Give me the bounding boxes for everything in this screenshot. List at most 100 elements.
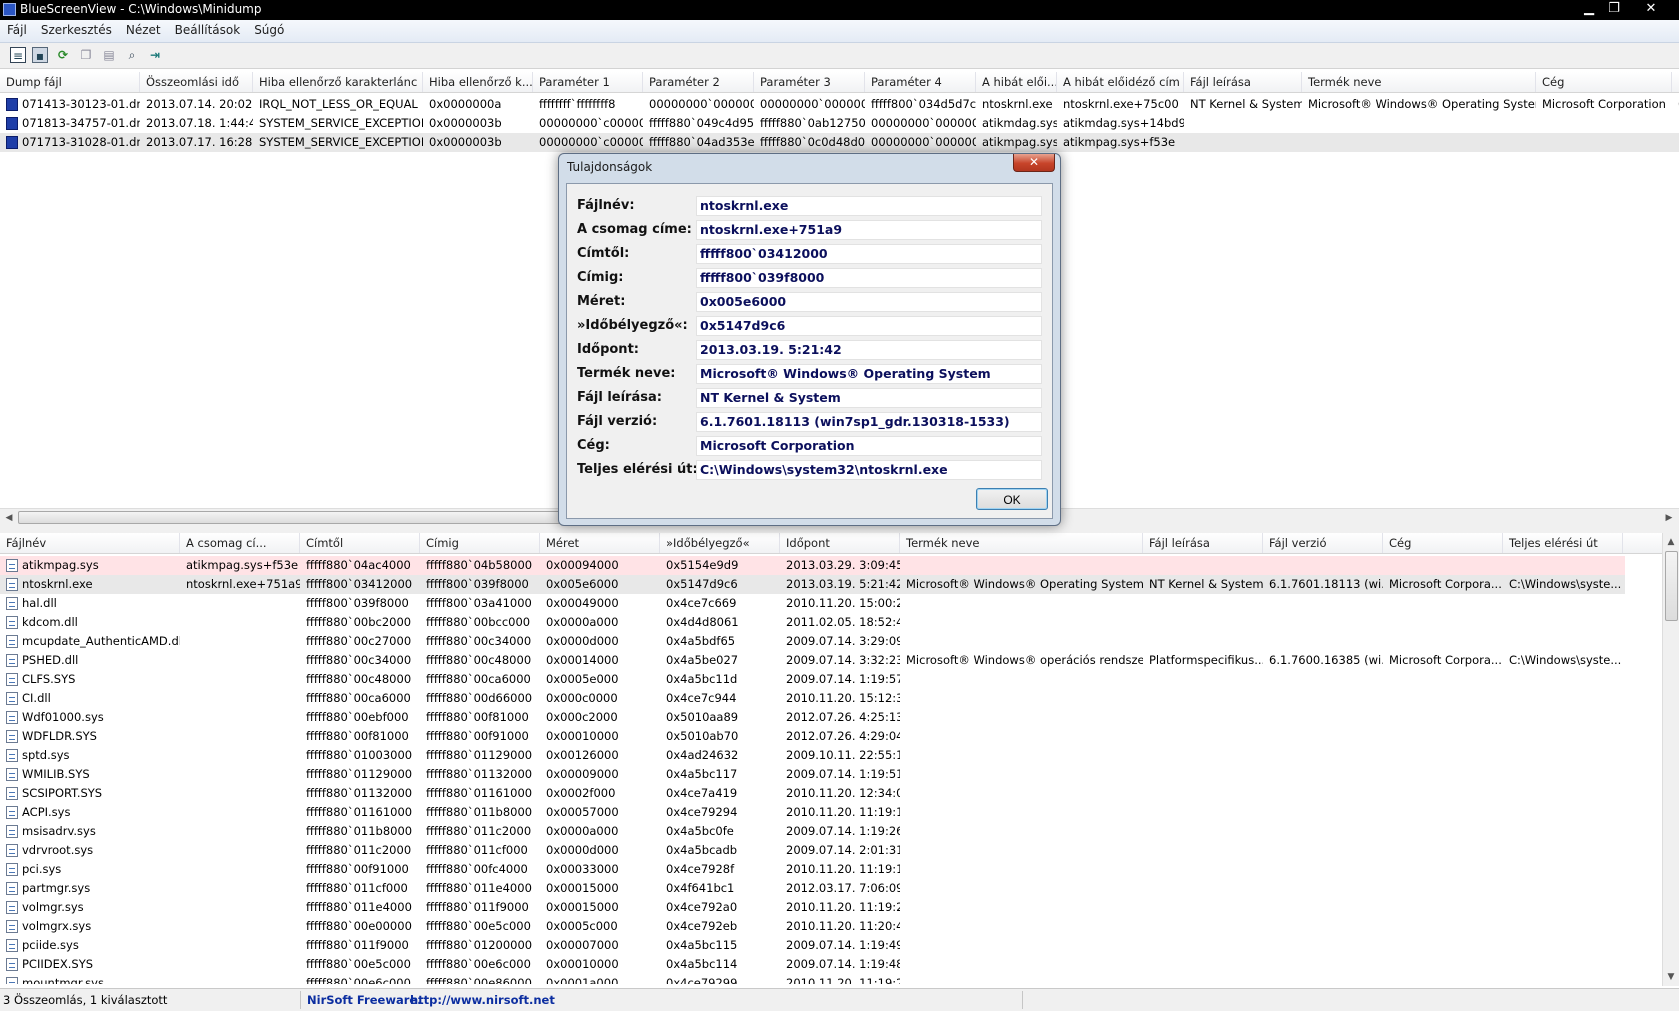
col-bugcheck-code[interactable]: Hiba ellenőrző k... bbox=[423, 72, 533, 92]
copy-icon[interactable]: ❐ bbox=[78, 47, 94, 63]
properties-icon[interactable]: ≡ bbox=[10, 47, 26, 63]
ok-button[interactable]: OK bbox=[976, 488, 1048, 510]
driver-cell bbox=[180, 784, 300, 803]
driver-row[interactable]: PSHED.dll fffff880`00c34000 fffff880`00c48… bbox=[0, 651, 1625, 670]
driver-row[interactable]: kdcom.dll fffff880`00bc2000 fffff880`00bcc… bbox=[0, 613, 1625, 632]
col-bugcheck-string[interactable]: Hiba ellenőrző karakterlánc bbox=[253, 72, 423, 92]
driver-row[interactable]: vdrvroot.sys fffff880`011c2000 fffff880`01… bbox=[0, 841, 1625, 860]
driver-cell: 0x5010aa89 bbox=[666, 710, 739, 724]
menu-view[interactable]: Nézet bbox=[119, 20, 168, 40]
dump-row[interactable]: 071713-31028-01.dmp 2013.07.17. 16:28:17 S… bbox=[0, 133, 1679, 152]
menu-help[interactable]: Súgó bbox=[247, 20, 291, 40]
driver-row[interactable]: volmgr.sys fffff880`011e4000 fffff880`011f… bbox=[0, 898, 1625, 917]
close-button[interactable]: ✕ bbox=[1638, 0, 1664, 18]
driver-cell: 0x0001a000 bbox=[546, 976, 619, 984]
driver-row[interactable]: WDFLDR.SYS fffff880`00f81000 fffff880`00f9… bbox=[0, 727, 1625, 746]
col-time-string[interactable]: Időpont bbox=[780, 533, 900, 553]
driver-row[interactable]: Wdf01000.sys fffff880`00ebf000 fffff880`00… bbox=[0, 708, 1625, 727]
lower-vscrollbar[interactable]: ▲ ▼ bbox=[1662, 533, 1679, 986]
dump-row[interactable]: 071413-30123-01.dmp 2013.07.14. 20:02:45 I… bbox=[0, 95, 1679, 114]
menu-file[interactable]: Fájl bbox=[0, 20, 34, 40]
col-address-from[interactable]: Címtől bbox=[300, 533, 420, 553]
scroll-right-arrow-icon[interactable]: ▶ bbox=[1661, 510, 1677, 526]
col-package-address[interactable]: A csomag cí... bbox=[180, 533, 300, 553]
scroll-left-arrow-icon[interactable]: ◀ bbox=[1, 510, 17, 526]
menu-edit[interactable]: Szerkesztés bbox=[34, 20, 119, 40]
dump-cell: 6 bbox=[1672, 95, 1679, 114]
property-value-field[interactable]: fffff800`039f8000 bbox=[696, 268, 1042, 288]
driver-row[interactable]: hal.dll fffff800`039f8000 fffff800`03a4100… bbox=[0, 594, 1625, 613]
property-value-field[interactable]: NT Kernel & System bbox=[696, 388, 1042, 408]
dump-row[interactable]: 071813-34757-01.dmp 2013.07.18. 1:44:46 SY… bbox=[0, 114, 1679, 133]
col-caused-by-driver[interactable]: A hibát elői... bbox=[976, 72, 1057, 92]
col-file-version[interactable]: Fájl verzió bbox=[1263, 533, 1383, 553]
driver-row[interactable]: pci.sys fffff880`00f91000 fffff880`00fc400… bbox=[0, 860, 1625, 879]
driver-row[interactable]: SCSIPORT.SYS fffff880`01132000 fffff880`01… bbox=[0, 784, 1625, 803]
title-bar[interactable]: BlueScreenView - C:\Windows\Minidump ▁ ❐… bbox=[0, 0, 1679, 20]
maximize-button[interactable]: ❐ bbox=[1601, 0, 1627, 18]
driver-cell bbox=[1263, 936, 1383, 955]
col-address-to[interactable]: Címig bbox=[420, 533, 540, 553]
driver-row[interactable]: CI.dll fffff880`00ca6000 fffff880`00d66000… bbox=[0, 689, 1625, 708]
col-company-lower[interactable]: Cég bbox=[1383, 533, 1503, 553]
scroll-down-arrow-icon[interactable]: ▼ bbox=[1663, 969, 1679, 985]
col-crash-time[interactable]: Összeomlási idő bbox=[140, 72, 253, 92]
property-value-field[interactable]: 0x5147d9c6 bbox=[696, 316, 1042, 336]
property-value-field[interactable]: Microsoft Corporation bbox=[696, 436, 1042, 456]
html-report-icon[interactable]: ▤ bbox=[101, 47, 117, 63]
col-filename[interactable]: Fájlnév bbox=[0, 533, 180, 553]
refresh-icon[interactable]: ⟳ bbox=[55, 47, 71, 63]
col-param-2[interactable]: Paraméter 2 bbox=[643, 72, 754, 92]
driver-cell bbox=[180, 879, 300, 898]
driver-cell bbox=[1143, 556, 1263, 575]
driver-row[interactable]: ACPI.sys fffff880`01161000 fffff880`011b80… bbox=[0, 803, 1625, 822]
col-dump-file[interactable]: Dump fájl bbox=[0, 72, 140, 92]
driver-row[interactable]: sptd.sys fffff880`01003000 fffff880`011290… bbox=[0, 746, 1625, 765]
save-icon[interactable]: ▪ bbox=[32, 47, 48, 63]
driver-cell bbox=[1503, 822, 1623, 841]
col-size[interactable]: Méret bbox=[540, 533, 660, 553]
property-value-field[interactable]: 6.1.7601.18113 (win7sp1_gdr.130318-1533) bbox=[696, 412, 1042, 432]
property-value-field[interactable]: C:\Windows\system32\ntoskrnl.exe bbox=[696, 460, 1042, 480]
driver-row[interactable]: PCIIDEX.SYS fffff880`00e5c000 fffff880`00e… bbox=[0, 955, 1625, 974]
driver-row[interactable]: msisadrv.sys fffff880`011b8000 fffff880`01… bbox=[0, 822, 1625, 841]
property-value-field[interactable]: ntoskrnl.exe bbox=[696, 196, 1042, 216]
driver-row[interactable]: WMILIB.SYS fffff880`01129000 fffff880`0113… bbox=[0, 765, 1625, 784]
dialog-close-button[interactable]: ✕ bbox=[1013, 154, 1055, 172]
col-caused-by-address[interactable]: A hibát előidéző cím bbox=[1057, 72, 1184, 92]
property-value-field[interactable]: ntoskrnl.exe+751a9 bbox=[696, 220, 1042, 240]
driver-row[interactable]: atikmpag.sys atikmpag.sys+f53e fffff880`04… bbox=[0, 556, 1625, 575]
driver-row[interactable]: mountmgr.sys fffff880`00e6c000 fffff880`00… bbox=[0, 974, 1625, 984]
scroll-up-arrow-icon[interactable]: ▲ bbox=[1663, 534, 1679, 550]
col-more[interactable]: F bbox=[1672, 72, 1679, 92]
col-product-name[interactable]: Termék neve bbox=[1302, 72, 1536, 92]
col-file-description-lower[interactable]: Fájl leírása bbox=[1143, 533, 1263, 553]
col-full-path[interactable]: Teljes elérési út bbox=[1503, 533, 1623, 553]
col-timestamp[interactable]: »Időbélyegző« bbox=[660, 533, 780, 553]
driver-row[interactable]: volmgrx.sys fffff880`00e00000 fffff880`00e… bbox=[0, 917, 1625, 936]
status-freeware: NirSoft Freeware. bbox=[307, 993, 422, 1007]
property-value-field[interactable]: 2013.03.19. 5:21:42 bbox=[696, 340, 1042, 360]
col-param-1[interactable]: Paraméter 1 bbox=[533, 72, 643, 92]
property-value-field[interactable]: fffff800`03412000 bbox=[696, 244, 1042, 264]
driver-row[interactable]: CLFS.SYS fffff880`00c48000 fffff880`00ca60… bbox=[0, 670, 1625, 689]
exit-icon[interactable]: ⇥ bbox=[147, 47, 163, 63]
menu-options[interactable]: Beállítások bbox=[168, 20, 248, 40]
col-company[interactable]: Cég bbox=[1536, 72, 1672, 92]
driver-cell: 2009.07.14. 1:19:49 bbox=[786, 938, 900, 952]
col-param-3[interactable]: Paraméter 3 bbox=[754, 72, 865, 92]
status-url-link[interactable]: http://www.nirsoft.net bbox=[410, 993, 555, 1007]
col-param-4[interactable]: Paraméter 4 bbox=[865, 72, 976, 92]
driver-row[interactable]: partmgr.sys fffff880`011cf000 fffff880`011… bbox=[0, 879, 1625, 898]
col-product-name-lower[interactable]: Termék neve bbox=[900, 533, 1143, 553]
find-icon[interactable]: ⌕ bbox=[124, 47, 140, 63]
driver-row[interactable]: ntoskrnl.exe ntoskrnl.exe+751a9 fffff800`0… bbox=[0, 575, 1625, 594]
lower-vscroll-thumb[interactable] bbox=[1665, 551, 1678, 621]
driver-cell: 2013.03.29. 3:09:45 bbox=[786, 558, 900, 572]
col-file-description[interactable]: Fájl leírása bbox=[1184, 72, 1302, 92]
property-value-field[interactable]: 0x005e6000 bbox=[696, 292, 1042, 312]
driver-row[interactable]: mcupdate_AuthenticAMD.dll fffff880`00c270… bbox=[0, 632, 1625, 651]
minimize-button[interactable]: ▁ bbox=[1576, 0, 1602, 18]
property-value-field[interactable]: Microsoft® Windows® Operating System bbox=[696, 364, 1042, 384]
driver-row[interactable]: pciide.sys fffff880`011f9000 fffff880`0120… bbox=[0, 936, 1625, 955]
